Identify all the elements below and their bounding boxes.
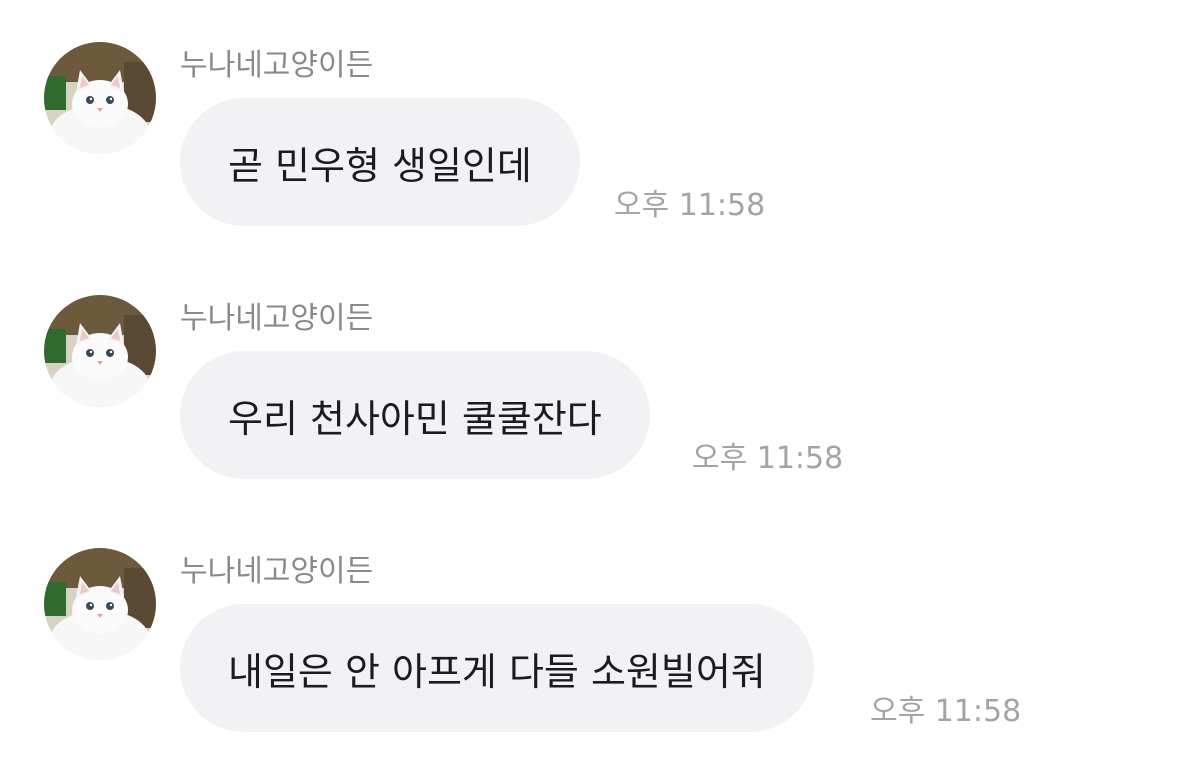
white-cat-avatar-icon: [44, 548, 156, 660]
avatar[interactable]: [44, 548, 156, 660]
message-time: 오후 11:58: [692, 441, 844, 476]
sender-name: 누나네고양이든: [180, 48, 374, 83]
avatar[interactable]: [44, 42, 156, 154]
message-bubble[interactable]: 우리 천사아민 쿨쿨잔다: [180, 351, 650, 479]
message-row: 누나네고양이든 곧 민우형 생일인데 오후 11:58: [0, 42, 1200, 232]
message-time: 오후 11:58: [870, 694, 1022, 729]
avatar[interactable]: [44, 295, 156, 407]
message-row: 누나네고양이든 우리 천사아민 쿨쿨잔다 오후 11:58: [0, 295, 1200, 485]
white-cat-avatar-icon: [44, 42, 156, 154]
message-time: 오후 11:58: [614, 188, 766, 223]
sender-name: 누나네고양이든: [180, 301, 374, 336]
sender-name: 누나네고양이든: [180, 554, 374, 589]
message-bubble[interactable]: 내일은 안 아프게 다들 소원빌어줘: [180, 604, 814, 732]
chat-thread: 누나네고양이든 곧 민우형 생일인데 오후 11:58 누나네고양이든 우리 천…: [0, 0, 1200, 778]
white-cat-avatar-icon: [44, 295, 156, 407]
message-row: 누나네고양이든 내일은 안 아프게 다들 소원빌어줘 오후 11:58: [0, 548, 1200, 738]
message-bubble[interactable]: 곧 민우형 생일인데: [180, 98, 580, 226]
